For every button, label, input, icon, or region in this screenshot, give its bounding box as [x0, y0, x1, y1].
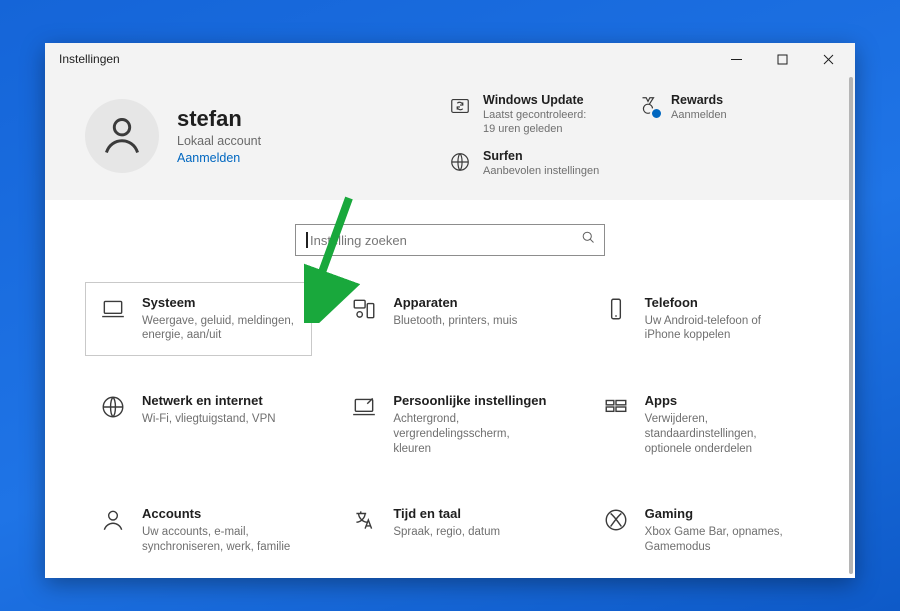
category-title: Tijd en taal — [393, 506, 500, 522]
language-icon — [349, 506, 379, 537]
quick-rewards-title: Rewards — [671, 93, 727, 108]
category-network[interactable]: Netwerk en internet Wi-Fi, vliegtuigstan… — [85, 380, 312, 469]
quick-update-desc: Laatst gecontroleerd: 19 uren geleden — [483, 109, 586, 137]
laptop-icon — [98, 295, 128, 326]
titlebar: Instellingen — [45, 43, 855, 75]
caret-icon — [306, 232, 308, 248]
category-grid: Systeem Weergave, geluid, meldingen, ene… — [85, 282, 815, 567]
category-title: Apparaten — [393, 295, 517, 311]
category-gaming[interactable]: Gaming Xbox Game Bar, opnames, Gamemodus — [588, 493, 815, 567]
category-devices[interactable]: Apparaten Bluetooth, printers, muis — [336, 282, 563, 356]
category-desc: Wi-Fi, vliegtuigstand, VPN — [142, 412, 276, 427]
signin-link[interactable]: Aanmelden — [177, 151, 261, 165]
search-input[interactable]: Instelling zoeken — [295, 224, 605, 256]
avatar — [85, 99, 159, 173]
category-title: Netwerk en internet — [142, 393, 276, 409]
category-desc: Spraak, regio, datum — [393, 525, 500, 540]
category-title: Apps — [645, 393, 800, 409]
quick-windows-update[interactable]: Windows Update Laatst gecontroleerd: 19 … — [447, 93, 617, 137]
category-title: Telefoon — [645, 295, 800, 311]
category-desc: Achtergrond, vergrendelingsscherm, kleur… — [393, 412, 548, 457]
minimize-button[interactable] — [713, 43, 759, 75]
account-hero: stefan Lokaal account Aanmelden Windows … — [45, 75, 855, 200]
category-desc: Weergave, geluid, meldingen, energie, aa… — [142, 314, 297, 344]
category-desc: Uw Android-telefoon of iPhone koppelen — [645, 314, 800, 344]
category-system[interactable]: Systeem Weergave, geluid, meldingen, ene… — [85, 282, 312, 356]
window-buttons — [713, 43, 851, 75]
window-title: Instellingen — [59, 43, 120, 75]
maximize-icon — [777, 54, 788, 65]
phone-icon — [601, 295, 631, 326]
apps-icon — [601, 393, 631, 424]
paint-icon — [349, 393, 379, 424]
category-desc: Bluetooth, printers, muis — [393, 314, 517, 329]
search-wrap: Instelling zoeken — [85, 224, 815, 256]
category-apps[interactable]: Apps Verwijderen, standaardinstellingen,… — [588, 380, 815, 469]
category-desc: Verwijderen, standaardinstellingen, opti… — [645, 412, 800, 457]
quick-rewards-desc: Aanmelden — [671, 109, 727, 123]
category-phone[interactable]: Telefoon Uw Android-telefoon of iPhone k… — [588, 282, 815, 356]
search-icon — [581, 230, 596, 250]
category-personalization[interactable]: Persoonlijke instellingen Achtergrond, v… — [336, 380, 563, 469]
category-accounts[interactable]: Accounts Uw accounts, e-mail, synchronis… — [85, 493, 312, 567]
search-placeholder: Instelling zoeken — [310, 233, 581, 248]
category-title: Systeem — [142, 295, 297, 311]
settings-body: Instelling zoeken Systeem Weergave, gelu… — [45, 200, 855, 567]
globe-icon — [98, 393, 128, 424]
xbox-icon — [601, 506, 631, 537]
category-title: Persoonlijke instellingen — [393, 393, 548, 409]
category-desc: Uw accounts, e-mail, synchroniseren, wer… — [142, 525, 297, 555]
sync-icon — [447, 93, 473, 119]
quick-surf[interactable]: Surfen Aanbevolen instellingen — [447, 149, 617, 179]
medal-icon — [635, 93, 661, 119]
account-type: Lokaal account — [177, 134, 261, 148]
globe-icon — [447, 149, 473, 175]
quick-surf-desc: Aanbevolen instellingen — [483, 165, 599, 179]
account-block[interactable]: stefan Lokaal account Aanmelden — [85, 93, 261, 178]
devices-icon — [349, 295, 379, 326]
quick-update-title: Windows Update — [483, 93, 586, 108]
minimize-icon — [731, 54, 742, 65]
quick-rewards[interactable]: Rewards Aanmelden — [635, 93, 805, 137]
user-icon — [100, 114, 144, 158]
user-name: stefan — [177, 106, 261, 131]
quick-surf-title: Surfen — [483, 149, 599, 164]
category-title: Accounts — [142, 506, 297, 522]
category-title: Gaming — [645, 506, 800, 522]
close-icon — [823, 54, 834, 65]
category-desc: Xbox Game Bar, opnames, Gamemodus — [645, 525, 800, 555]
settings-window: Instellingen stefan Lokaal ac — [45, 43, 855, 578]
close-button[interactable] — [805, 43, 851, 75]
maximize-button[interactable] — [759, 43, 805, 75]
quick-status: Windows Update Laatst gecontroleerd: 19 … — [447, 93, 815, 178]
category-time-language[interactable]: Tijd en taal Spraak, regio, datum — [336, 493, 563, 567]
user-icon — [98, 506, 128, 537]
vertical-scrollbar[interactable] — [849, 77, 853, 574]
